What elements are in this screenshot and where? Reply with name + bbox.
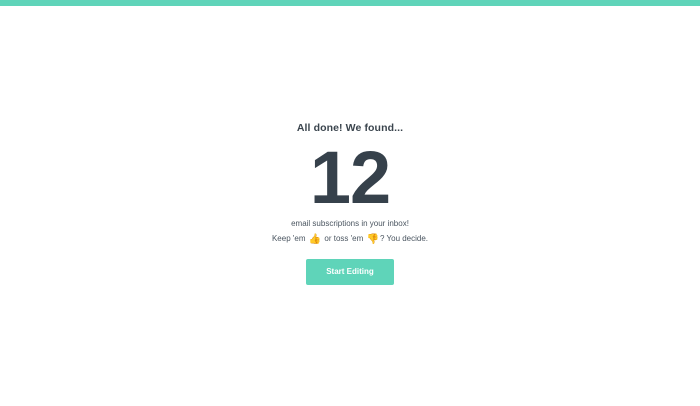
result-description: email subscriptions in your inbox! xyxy=(291,219,409,228)
start-editing-button[interactable]: Start Editing xyxy=(306,259,394,285)
decide-text: ? You decide. xyxy=(379,234,429,243)
keep-text: Keep 'em xyxy=(271,234,306,243)
result-headline: All done! We found... xyxy=(296,122,404,134)
decision-prompt: Keep 'em 👍 or toss 'em 👎? You decide. xyxy=(0,234,700,245)
thumbs-up-icon: 👍 xyxy=(308,234,322,245)
thumbs-down-icon: 👎 xyxy=(366,234,379,245)
subscription-count: 12 xyxy=(309,136,391,219)
completion-panel: All done! We found... 12 email subscript… xyxy=(0,0,700,406)
toss-text: or toss 'em xyxy=(324,234,364,243)
